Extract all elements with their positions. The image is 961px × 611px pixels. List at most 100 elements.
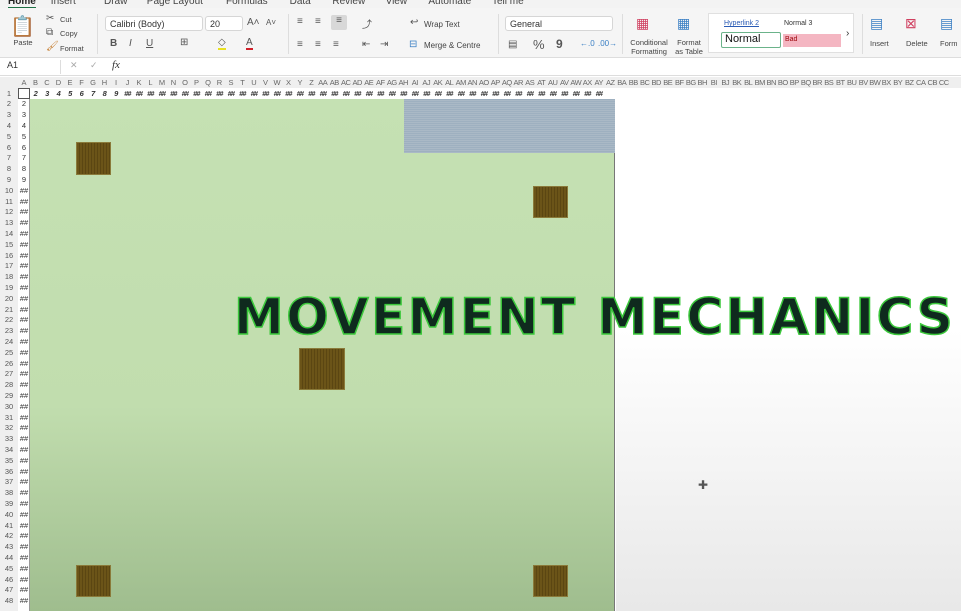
- style-normal[interactable]: Normal: [721, 32, 781, 48]
- borders-icon[interactable]: ⊞: [180, 37, 188, 48]
- row-header[interactable]: 42: [0, 531, 18, 542]
- column-header[interactable]: BG: [685, 78, 697, 87]
- row-header[interactable]: 36: [0, 467, 18, 478]
- cell[interactable]: 3: [18, 110, 30, 121]
- cell[interactable]: ##: [375, 89, 387, 98]
- number-format-select[interactable]: General: [505, 16, 613, 31]
- tab-data[interactable]: Data: [290, 0, 311, 7]
- column-header[interactable]: BU: [846, 78, 858, 87]
- row-header[interactable]: 5: [0, 132, 18, 143]
- column-header[interactable]: BC: [639, 78, 651, 87]
- row-header[interactable]: 11: [0, 197, 18, 208]
- column-header[interactable]: M: [156, 78, 168, 87]
- cell[interactable]: ##: [18, 542, 30, 553]
- column-header[interactable]: BO: [777, 78, 789, 87]
- column-header[interactable]: BX: [881, 78, 893, 87]
- cell[interactable]: ##: [582, 89, 594, 98]
- align-bottom-icon[interactable]: ≡: [331, 15, 347, 30]
- row-header[interactable]: 13: [0, 218, 18, 229]
- cell[interactable]: ##: [214, 89, 226, 98]
- cell[interactable]: 3: [41, 89, 53, 98]
- column-header[interactable]: N: [168, 78, 180, 87]
- column-header[interactable]: BM: [754, 78, 766, 87]
- column-header[interactable]: AQ: [501, 78, 513, 87]
- row-header[interactable]: 24: [0, 337, 18, 348]
- tab-automate[interactable]: Automate: [428, 0, 471, 7]
- wrap-text-button[interactable]: Wrap Text: [424, 20, 460, 29]
- cell[interactable]: ##: [536, 89, 548, 98]
- column-header[interactable]: BP: [789, 78, 801, 87]
- cell[interactable]: ##: [18, 251, 30, 262]
- cell[interactable]: ##: [18, 402, 30, 413]
- column-header[interactable]: BH: [697, 78, 709, 87]
- styles-more-button[interactable]: ›: [846, 28, 849, 39]
- comma-style-button[interactable]: 9: [556, 37, 563, 51]
- row-header[interactable]: 12: [0, 207, 18, 218]
- cell[interactable]: ##: [18, 283, 30, 294]
- row-header[interactable]: 3: [0, 110, 18, 121]
- cell[interactable]: 8: [18, 164, 30, 175]
- column-header[interactable]: F: [76, 78, 88, 87]
- fill-color-icon[interactable]: ◇: [218, 37, 226, 50]
- column-header[interactable]: AX: [582, 78, 594, 87]
- column-header[interactable]: BW: [869, 78, 881, 87]
- row-header[interactable]: 47: [0, 585, 18, 596]
- cell[interactable]: 2: [18, 99, 30, 110]
- copy-button[interactable]: Copy: [60, 29, 78, 38]
- align-center-icon[interactable]: ≡: [315, 39, 321, 50]
- cell[interactable]: ##: [133, 89, 145, 98]
- cell[interactable]: ##: [18, 488, 30, 499]
- style-bad[interactable]: Bad: [783, 34, 841, 47]
- column-header[interactable]: AO: [478, 78, 490, 87]
- cell[interactable]: ##: [490, 89, 502, 98]
- column-header[interactable]: BN: [766, 78, 778, 87]
- cell[interactable]: ##: [260, 89, 272, 98]
- cell[interactable]: 2: [30, 89, 42, 98]
- cell[interactable]: ##: [432, 89, 444, 98]
- row-header[interactable]: 19: [0, 283, 18, 294]
- cell[interactable]: ##: [18, 305, 30, 316]
- column-header[interactable]: AZ: [605, 78, 617, 87]
- row-header[interactable]: 20: [0, 294, 18, 305]
- row-header[interactable]: 34: [0, 445, 18, 456]
- column-header[interactable]: AU: [547, 78, 559, 87]
- cell[interactable]: ##: [478, 89, 490, 98]
- column-header[interactable]: D: [53, 78, 65, 87]
- cell[interactable]: ##: [18, 445, 30, 456]
- column-header[interactable]: BS: [823, 78, 835, 87]
- column-header[interactable]: AF: [375, 78, 387, 87]
- column-header[interactable]: AH: [398, 78, 410, 87]
- row-header[interactable]: 48: [0, 596, 18, 607]
- cell[interactable]: ##: [570, 89, 582, 98]
- cell[interactable]: 6: [76, 89, 88, 98]
- cell[interactable]: 4: [53, 89, 65, 98]
- tab-view[interactable]: View: [386, 0, 408, 7]
- column-header[interactable]: W: [271, 78, 283, 87]
- cell[interactable]: ##: [467, 89, 479, 98]
- cell[interactable]: ##: [18, 369, 30, 380]
- column-header[interactable]: AI: [409, 78, 421, 87]
- cell[interactable]: ##: [202, 89, 214, 98]
- column-header[interactable]: AG: [386, 78, 398, 87]
- column-header[interactable]: BY: [892, 78, 904, 87]
- italic-button[interactable]: I: [129, 38, 132, 49]
- cell[interactable]: 7: [87, 89, 99, 98]
- cell[interactable]: ##: [18, 585, 30, 596]
- cell[interactable]: ##: [18, 423, 30, 434]
- column-header[interactable]: BV: [858, 78, 870, 87]
- column-header[interactable]: BZ: [904, 78, 916, 87]
- cell[interactable]: ##: [501, 89, 513, 98]
- column-header[interactable]: X: [283, 78, 295, 87]
- column-header[interactable]: G: [87, 78, 99, 87]
- column-header[interactable]: BL: [743, 78, 755, 87]
- increase-indent-icon[interactable]: ⇥: [380, 39, 388, 50]
- underline-button[interactable]: U: [146, 38, 153, 49]
- row-header[interactable]: 28: [0, 380, 18, 391]
- column-header[interactable]: J: [122, 78, 134, 87]
- increase-decimal-icon[interactable]: ←.0: [580, 39, 595, 48]
- row-header[interactable]: 35: [0, 456, 18, 467]
- column-header[interactable]: BR: [812, 78, 824, 87]
- column-header[interactable]: BK: [731, 78, 743, 87]
- row-header[interactable]: 18: [0, 272, 18, 283]
- cell[interactable]: 7: [18, 153, 30, 164]
